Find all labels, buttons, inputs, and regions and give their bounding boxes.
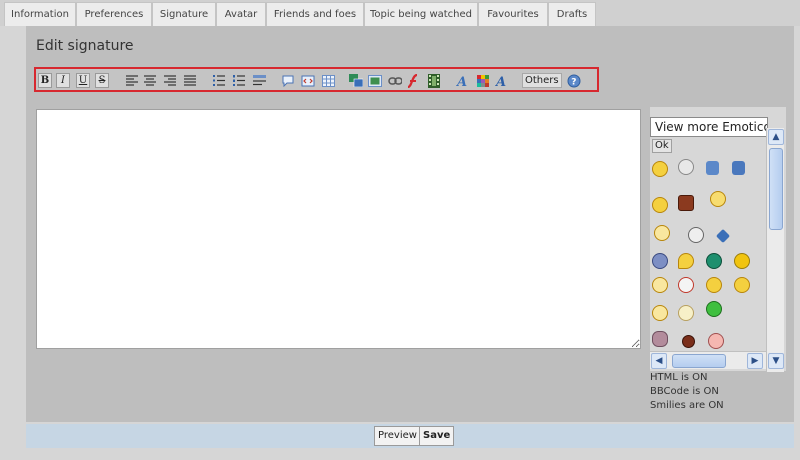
image-host-icon[interactable] [349, 73, 363, 88]
thumbs-down-icon[interactable] [706, 161, 719, 175]
profile-tabs: Information Preferences Signature Avatar… [0, 0, 800, 26]
tab-information[interactable]: Information [4, 2, 76, 26]
emoticons-ok-button[interactable]: Ok [652, 139, 672, 153]
emoticon-tongue-icon[interactable] [734, 277, 750, 293]
tab-avatar[interactable]: Avatar [216, 2, 266, 26]
align-right-icon[interactable] [163, 73, 177, 88]
color-palette-icon[interactable] [476, 73, 490, 88]
bullet-list-icon[interactable] [212, 73, 226, 88]
align-center-icon[interactable] [143, 73, 157, 88]
emoticons-horizontal-scrollbar[interactable]: ◀ ▶ [650, 351, 766, 369]
emoticon-smirk-icon[interactable] [706, 277, 722, 293]
star-icon[interactable] [715, 228, 731, 244]
emoticon-sick-icon[interactable] [706, 253, 722, 269]
help-icon[interactable]: ? [567, 73, 581, 88]
save-button[interactable]: Save [419, 426, 455, 446]
svg-text:?: ? [571, 77, 576, 87]
italic-button[interactable]: I [56, 73, 70, 88]
emoticon-wink-icon[interactable] [710, 191, 726, 207]
emoticon-pig-icon[interactable] [708, 333, 724, 349]
video-icon[interactable] [427, 73, 441, 88]
vertical-scroll-thumb[interactable] [769, 148, 783, 230]
align-left-icon[interactable] [125, 73, 139, 88]
font-size-icon[interactable]: A [456, 73, 470, 88]
emoticon-confused-icon[interactable] [678, 305, 694, 321]
scroll-down-icon[interactable]: ▼ [768, 353, 784, 369]
emoticons-vertical-scrollbar[interactable]: ▲ ▼ [766, 128, 784, 372]
bold-button[interactable]: B [38, 73, 52, 88]
emoticon-monster-icon[interactable] [678, 195, 694, 211]
format-toolbar: B I U S A A Others ? [34, 67, 599, 92]
code-icon[interactable] [301, 73, 315, 88]
image-icon[interactable] [368, 73, 382, 88]
others-button[interactable]: Others [522, 73, 562, 88]
signature-textarea[interactable] [36, 109, 641, 349]
emoticon-laughing-icon[interactable] [652, 161, 668, 177]
form-actions: Preview Save [26, 424, 794, 448]
page-title: Edit signature [36, 38, 134, 54]
emoticon-glasses-icon[interactable] [678, 159, 694, 175]
emoticon-skull-icon[interactable] [688, 227, 704, 243]
emoticon-happy-icon[interactable] [652, 277, 668, 293]
html-status: HTML is ON [650, 372, 708, 383]
tab-drafts[interactable]: Drafts [548, 2, 596, 26]
table-icon[interactable] [321, 73, 335, 88]
quote-icon[interactable] [281, 73, 295, 88]
numbered-list-icon[interactable] [232, 73, 246, 88]
horizontal-rule-icon[interactable] [252, 73, 266, 88]
underline-button[interactable]: U [76, 73, 90, 88]
emoticons-select[interactable]: View more Emoticons [650, 117, 768, 137]
bbcode-status: BBCode is ON [650, 386, 719, 397]
svg-text:A: A [495, 75, 506, 88]
tab-favourites[interactable]: Favourites [478, 2, 548, 26]
tab-signature[interactable]: Signature [152, 2, 216, 26]
emoticon-smile-icon[interactable] [654, 225, 670, 241]
emoticon-shocked-icon[interactable] [682, 335, 695, 348]
tab-friends-and-foes[interactable]: Friends and foes [266, 2, 364, 26]
emoticon-cat-icon[interactable] [652, 331, 668, 347]
thumbs-up-icon[interactable] [732, 161, 745, 175]
font-face-icon[interactable]: A [495, 73, 509, 88]
horizontal-scroll-thumb[interactable] [672, 354, 726, 368]
scroll-right-icon[interactable]: ▶ [747, 353, 763, 369]
smilies-status: Smilies are ON [650, 400, 724, 411]
justify-icon[interactable] [183, 73, 197, 88]
emoticon-grin-icon[interactable] [652, 197, 668, 213]
emoticon-frog-icon[interactable] [706, 301, 722, 317]
scroll-up-icon[interactable]: ▲ [768, 129, 784, 145]
svg-text:A: A [456, 75, 467, 88]
emoticon-dizzy-icon[interactable] [734, 253, 750, 269]
preview-button[interactable]: Preview [374, 426, 421, 446]
link-icon[interactable] [388, 73, 402, 88]
tab-preferences[interactable]: Preferences [76, 2, 152, 26]
emoticon-surprised-icon[interactable] [652, 305, 668, 321]
emoticon-clock-icon[interactable] [678, 277, 694, 293]
heart-icon[interactable] [678, 253, 694, 269]
scroll-left-icon[interactable]: ◀ [651, 353, 667, 369]
flash-icon[interactable] [406, 73, 420, 88]
emoticon-cool-icon[interactable] [652, 253, 668, 269]
tab-topic-being-watched[interactable]: Topic being watched [364, 2, 478, 26]
strike-button[interactable]: S [95, 73, 109, 88]
